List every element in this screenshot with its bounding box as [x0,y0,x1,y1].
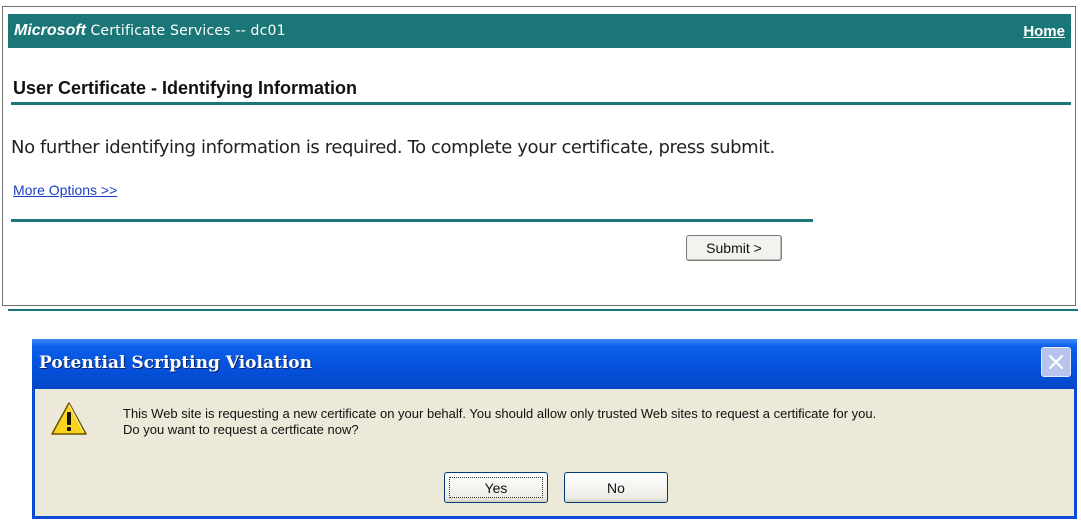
focus-rectangle [449,477,543,498]
page-bottom-divider [8,309,1078,311]
dialog-titlebar[interactable]: Potential Scripting Violation [32,339,1077,389]
submit-button[interactable]: Submit > [686,235,782,261]
yes-button[interactable]: Yes [444,472,548,503]
header-brand: Microsoft Certificate Services -- dc01 [14,22,286,40]
dialog-title: Potential Scripting Violation [39,353,312,373]
no-button-label: No [607,479,625,496]
service-name: Certificate Services [90,23,231,39]
page-title: User Certificate - Identifying Informati… [13,78,358,98]
page-header: Microsoft Certificate Services -- dc01 H… [8,14,1071,48]
more-options-link[interactable]: More Options >> [13,182,117,198]
dialog-message: This Web site is requesting a new certif… [123,406,876,438]
info-message: No further identifying information is re… [11,137,775,158]
warning-icon [51,402,87,435]
header-separator: -- [235,23,246,39]
form-divider [11,219,813,222]
no-button[interactable]: No [564,472,668,503]
close-icon [1048,354,1064,370]
brand-name: Microsoft [14,22,86,39]
scripting-violation-dialog: Potential Scripting Violation This Web s… [32,339,1077,519]
dialog-message-line2: Do you want to request a certficate now? [123,422,359,437]
certificate-services-page: Microsoft Certificate Services -- dc01 H… [2,6,1076,306]
close-button[interactable] [1041,347,1071,377]
title-divider [11,102,1071,105]
server-name: dc01 [250,23,286,39]
home-link[interactable]: Home [1023,23,1065,40]
dialog-message-line1: This Web site is requesting a new certif… [123,406,877,421]
